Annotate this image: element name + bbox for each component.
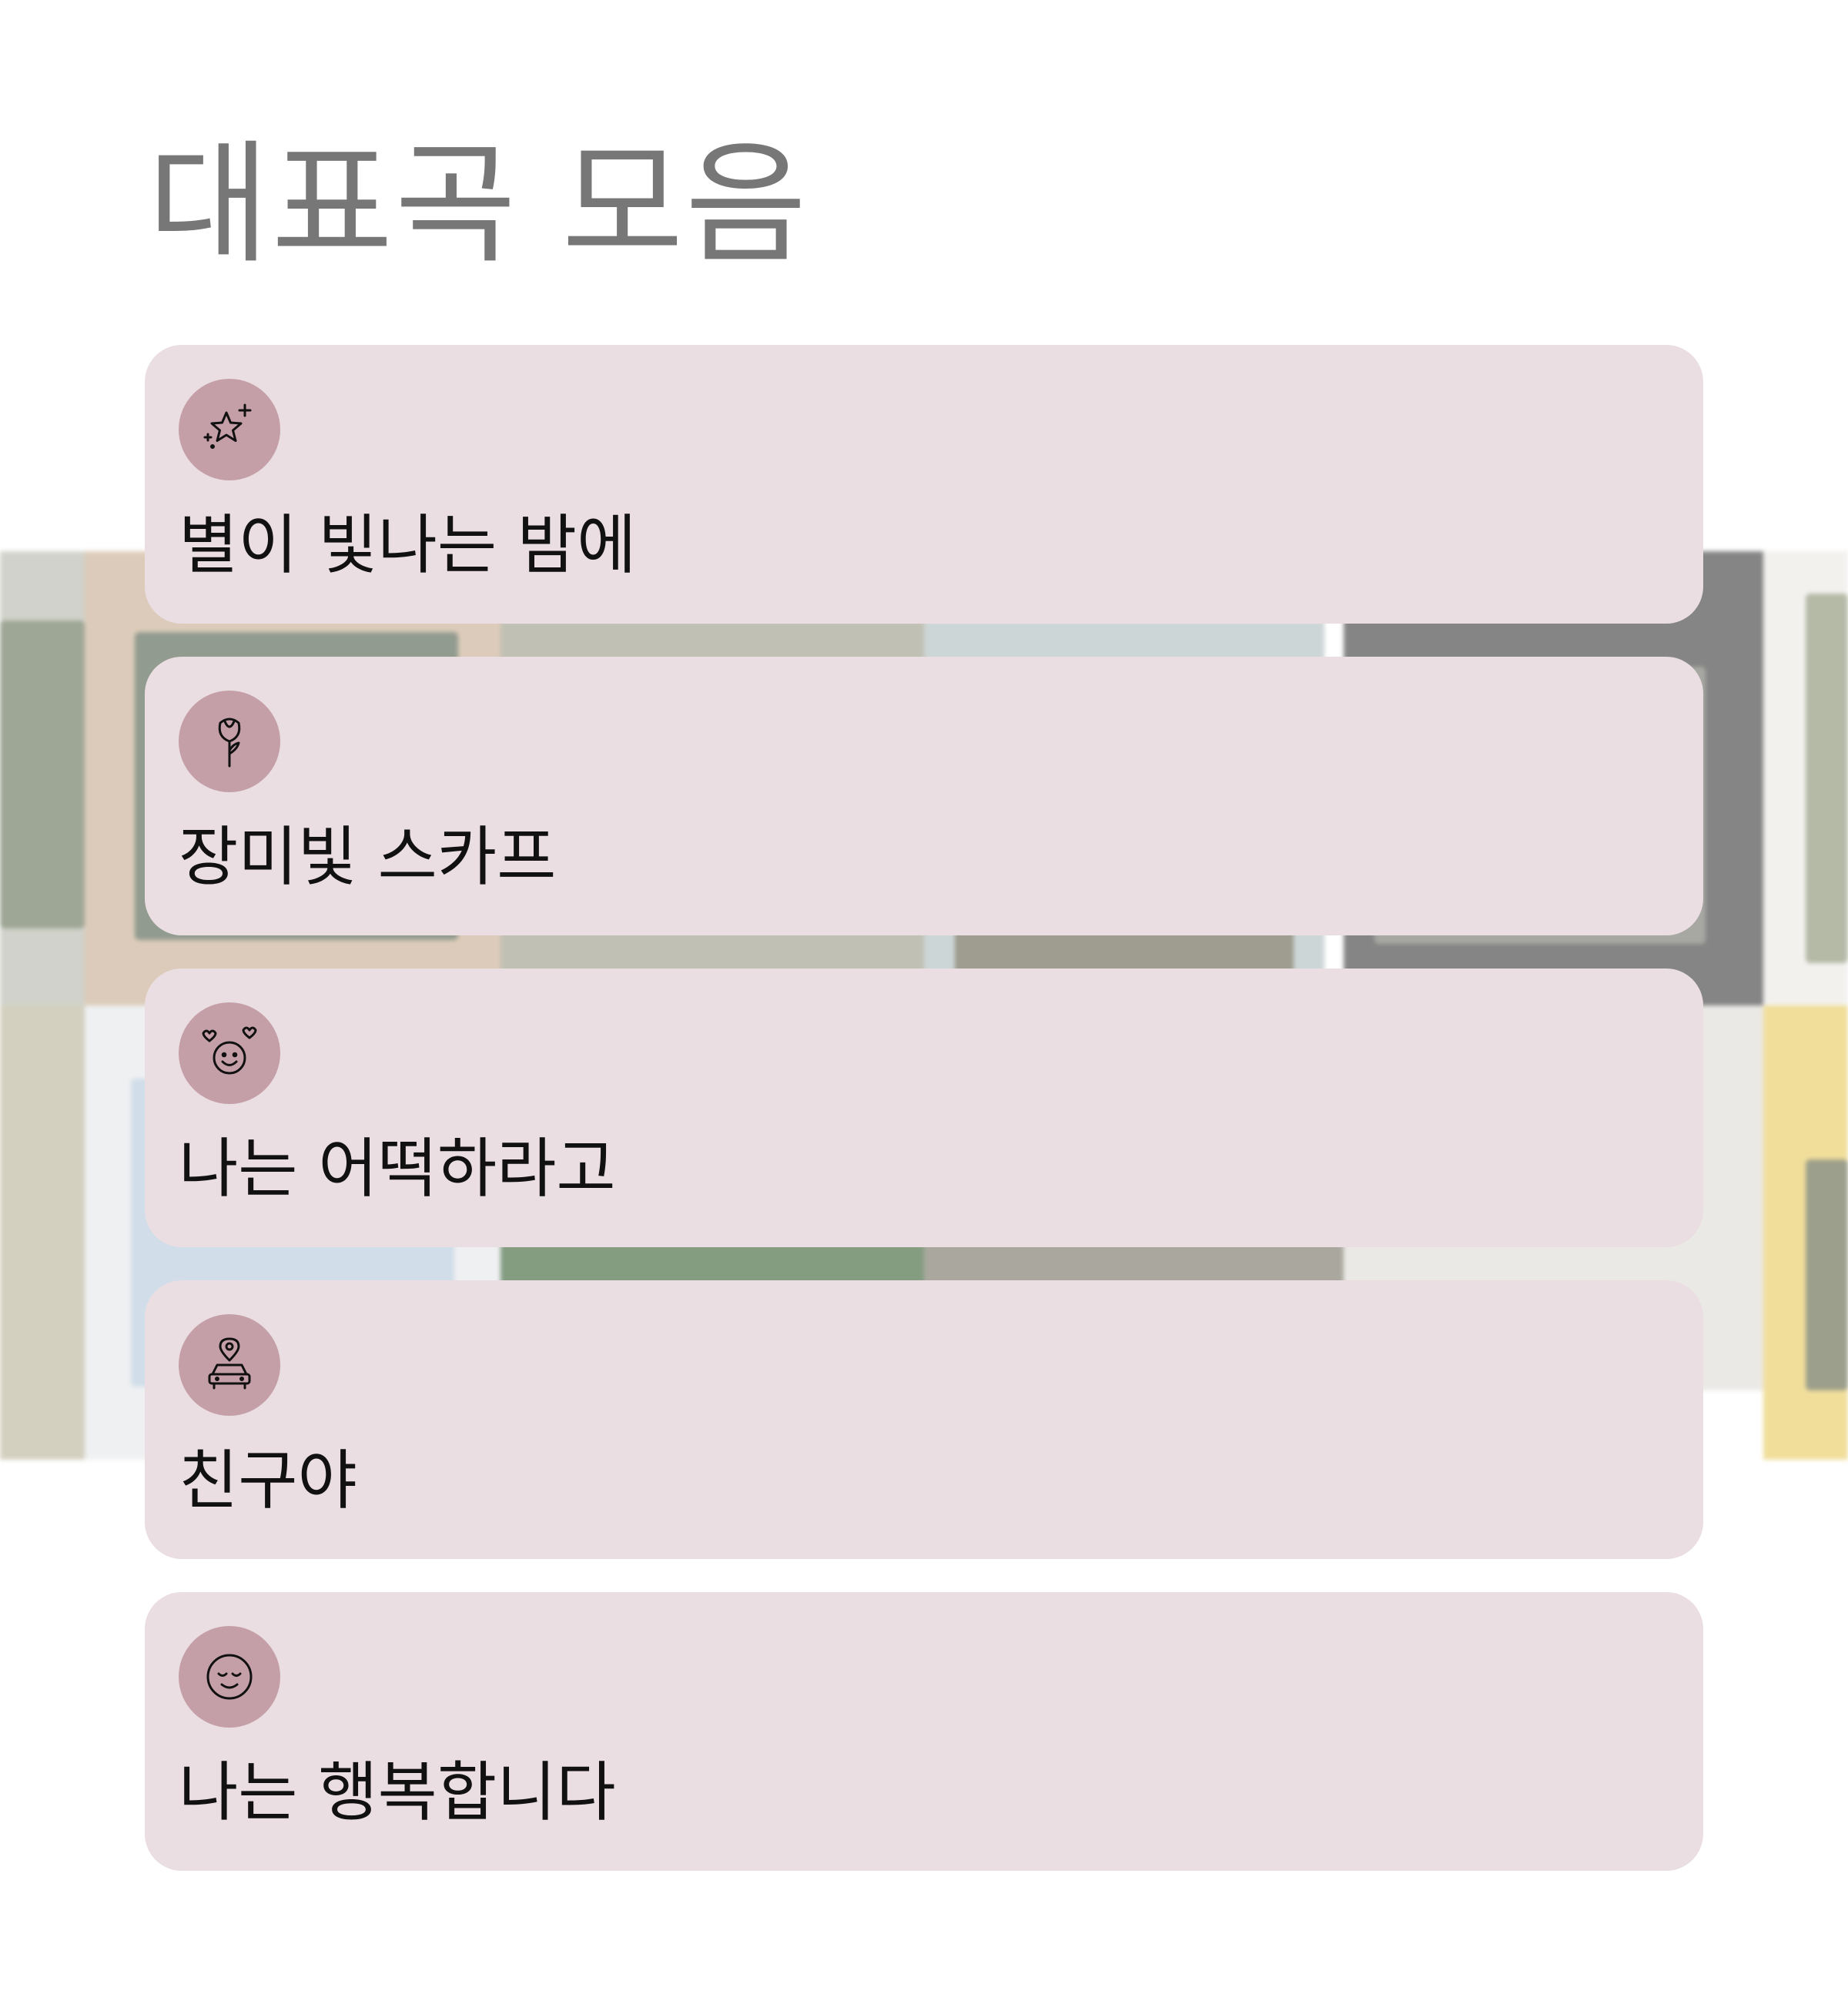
album-cover [0,551,85,1005]
song-title: 친구야 [179,1443,357,1518]
song-list: 별이 빛나는 밤에 장미빛 스카프 나는 어떡하라고 친구야 나는 행복합니다 [145,345,1703,1904]
icon-badge [179,1002,280,1104]
icon-badge [179,1626,280,1728]
song-card[interactable]: 친구야 [145,1280,1703,1559]
icon-badge [179,691,280,792]
song-card[interactable]: 별이 빛나는 밤에 [145,345,1703,624]
smiley-hearts-icon [202,1026,257,1075]
page-title: 대표곡 모음 [148,127,808,282]
song-title: 나는 행복합니다 [179,1755,616,1830]
song-card[interactable]: 나는 어떡하라고 [145,969,1703,1247]
album-cover [1763,1005,1848,1460]
sparkle-star-icon [203,403,252,449]
song-title: 나는 어떡하라고 [179,1131,616,1206]
rose-icon [218,718,241,768]
song-card[interactable]: 나는 행복합니다 [145,1592,1703,1871]
car-pin-icon [208,1337,251,1390]
song-title: 별이 빛나는 밤에 [179,507,637,583]
album-cover [0,1005,85,1460]
song-title: 장미빛 스카프 [179,819,557,895]
song-card[interactable]: 장미빛 스카프 [145,657,1703,935]
content-face-icon [206,1654,253,1700]
album-cover [1763,551,1848,1005]
icon-badge [179,1314,280,1416]
icon-badge [179,379,280,480]
